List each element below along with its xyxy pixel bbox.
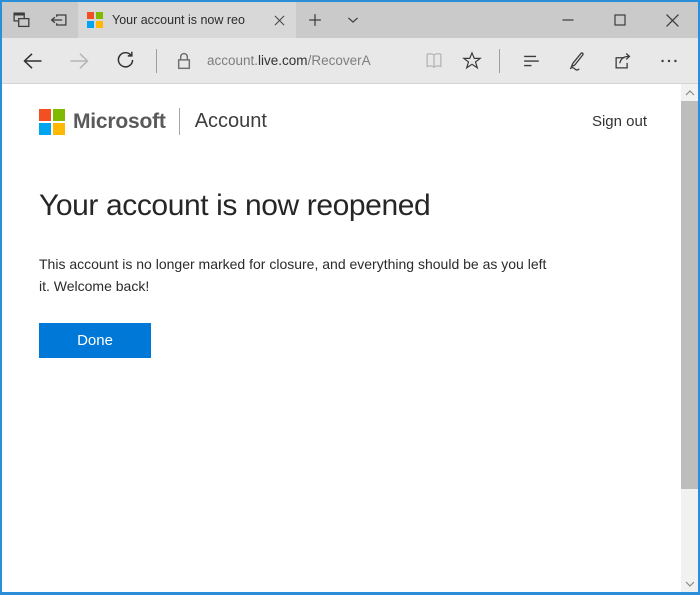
scroll-down-button[interactable] — [681, 575, 698, 592]
pen-icon — [566, 50, 588, 72]
chevron-down-icon — [343, 10, 363, 30]
set-tabs-aside-button[interactable] — [40, 2, 78, 38]
url-path: /RecoverA — [307, 53, 371, 68]
microsoft-favicon-icon — [87, 12, 103, 28]
url-domain: live.com — [258, 53, 308, 68]
web-note-button[interactable] — [554, 41, 600, 81]
tab-preview-icon — [10, 9, 32, 31]
set-tabs-aside-icon — [48, 9, 70, 31]
add-favorite-button[interactable] — [453, 41, 491, 81]
brand-name: Microsoft — [73, 109, 166, 133]
toolbar-right-group — [415, 41, 692, 81]
product-name: Account — [194, 110, 267, 132]
lock-icon — [175, 51, 193, 71]
chevron-up-icon — [685, 89, 695, 96]
body-text: This account is no longer marked for clo… — [39, 253, 647, 297]
scrollbar-thumb[interactable] — [681, 101, 698, 489]
minimize-button[interactable] — [542, 2, 594, 38]
microsoft-logo-icon — [39, 108, 65, 135]
done-button[interactable]: Done — [39, 323, 151, 358]
active-tab[interactable]: Your account is now reo — [78, 2, 296, 38]
address-bar[interactable]: account. live.com/RecoverA — [207, 53, 371, 68]
refresh-button[interactable] — [102, 41, 148, 81]
page-content: Microsoft Account Sign out Your account … — [2, 84, 698, 592]
share-icon — [612, 50, 634, 72]
book-icon — [423, 50, 445, 72]
maximize-button[interactable] — [594, 2, 646, 38]
tab-preview-button[interactable] — [2, 2, 40, 38]
hub-button[interactable] — [508, 41, 554, 81]
url-subdomain: account. — [207, 53, 259, 68]
toolbar-divider — [156, 48, 157, 73]
browser-window: Your account is now reo account. live.co… — [0, 0, 700, 595]
forward-arrow-icon — [67, 49, 91, 73]
close-icon — [274, 15, 285, 26]
refresh-icon — [114, 49, 137, 72]
star-icon — [461, 50, 483, 72]
tab-title: Your account is now reo — [112, 13, 245, 27]
tab-list-button[interactable] — [334, 2, 372, 38]
toolbar-divider — [499, 48, 500, 73]
body-line-1: This account is no longer marked for clo… — [39, 256, 547, 272]
sign-out-link[interactable]: Sign out — [592, 113, 647, 130]
share-button[interactable] — [600, 41, 646, 81]
site-security-button[interactable] — [165, 41, 203, 81]
back-arrow-icon — [21, 49, 45, 73]
reading-view-button[interactable] — [415, 41, 453, 81]
close-tab-button[interactable] — [270, 11, 288, 29]
scroll-up-button[interactable] — [681, 84, 698, 101]
forward-button[interactable] — [56, 41, 102, 81]
new-tab-button[interactable] — [296, 2, 334, 38]
chevron-down-icon — [685, 581, 695, 587]
minimize-icon — [562, 14, 574, 26]
back-button[interactable] — [10, 41, 56, 81]
tab-bar: Your account is now reo — [2, 2, 698, 38]
ellipsis-icon — [658, 50, 680, 72]
hub-lines-icon — [520, 50, 542, 72]
plus-icon — [305, 10, 325, 30]
close-window-button[interactable] — [646, 2, 698, 38]
browser-toolbar: account. live.com/RecoverA — [2, 38, 698, 84]
body-line-2: it. Welcome back! — [39, 278, 150, 294]
close-icon — [665, 13, 679, 27]
site-header: Microsoft Account Sign out — [39, 108, 647, 135]
page-title: Your account is now reopened — [39, 189, 431, 222]
more-actions-button[interactable] — [646, 41, 692, 81]
header-divider — [178, 108, 180, 135]
window-controls — [542, 2, 698, 38]
vertical-scrollbar[interactable] — [681, 84, 698, 592]
maximize-icon — [614, 14, 626, 26]
